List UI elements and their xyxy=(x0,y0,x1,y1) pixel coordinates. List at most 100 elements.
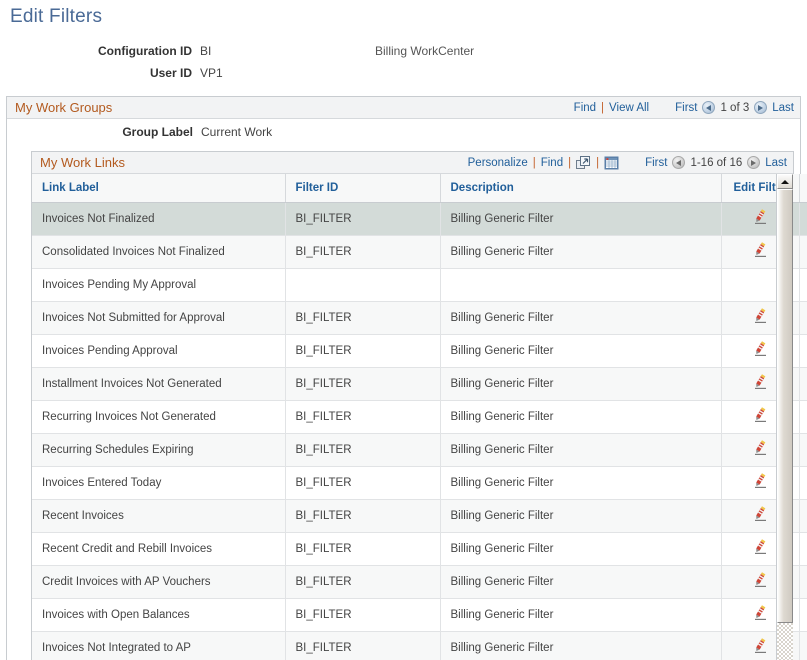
table-row[interactable]: Recurring Schedules ExpiringBI_FILTERBil… xyxy=(32,433,807,466)
cell-description: Billing Generic Filter xyxy=(440,235,721,268)
links-next-page-button[interactable] xyxy=(747,156,760,169)
cell-link-label: Installment Invoices Not Generated xyxy=(32,367,285,400)
my-work-links-toolbar: Personalize | Find | | xyxy=(468,156,787,170)
edit-filters-page: Edit Filters Configuration ID BI Billing… xyxy=(0,0,807,660)
table-row[interactable]: Recent InvoicesBI_FILTERBilling Generic … xyxy=(32,499,807,532)
download-to-excel-icon[interactable] xyxy=(604,156,619,170)
scroll-up-button[interactable] xyxy=(777,174,793,189)
links-first-link[interactable]: First xyxy=(645,157,667,169)
cell-link-label: Recurring Schedules Expiring xyxy=(32,433,285,466)
cell-description: Billing Generic Filter xyxy=(440,367,721,400)
pencil-edit-icon[interactable] xyxy=(752,382,768,394)
table-row[interactable]: Invoices Pending ApprovalBI_FILTERBillin… xyxy=(32,334,807,367)
cell-spacer xyxy=(799,499,807,532)
table-row[interactable]: Invoices Not Submitted for ApprovalBI_FI… xyxy=(32,301,807,334)
my-work-groups-section: My Work Groups Find | View All First 1 o… xyxy=(6,96,801,660)
cell-spacer xyxy=(799,433,807,466)
cell-description: Billing Generic Filter xyxy=(440,598,721,631)
cell-filter-id: BI_FILTER xyxy=(285,631,440,660)
cell-filter-id: BI_FILTER xyxy=(285,565,440,598)
group-next-page-button[interactable] xyxy=(754,101,767,114)
expand-grid-icon[interactable] xyxy=(576,156,591,170)
group-page-counter: 1 of 3 xyxy=(720,102,749,114)
group-previous-page-button[interactable] xyxy=(702,101,715,114)
my-work-groups-title: My Work Groups xyxy=(15,100,112,115)
table-vertical-scrollbar[interactable] xyxy=(776,174,793,660)
config-id-row: Configuration ID BI Billing WorkCenter xyxy=(0,44,807,66)
cell-filter-id: BI_FILTER xyxy=(285,466,440,499)
group-first-link[interactable]: First xyxy=(675,102,697,114)
pencil-edit-icon[interactable] xyxy=(752,448,768,460)
my-work-links-table: Link Label Filter ID Description Edit Fi… xyxy=(32,174,807,660)
table-row[interactable]: Invoices Pending My Approval xyxy=(32,268,807,301)
table-row[interactable]: Invoices Entered TodayBI_FILTERBilling G… xyxy=(32,466,807,499)
table-row[interactable]: Credit Invoices with AP VouchersBI_FILTE… xyxy=(32,565,807,598)
links-separator-3: | xyxy=(596,157,599,169)
user-id-row: User ID VP1 xyxy=(0,66,807,88)
pencil-edit-icon[interactable] xyxy=(752,580,768,592)
cell-description: Billing Generic Filter xyxy=(440,565,721,598)
scrollbar-track[interactable] xyxy=(777,189,793,660)
column-header-link-label[interactable]: Link Label xyxy=(32,174,285,202)
cell-spacer xyxy=(799,367,807,400)
cell-filter-id: BI_FILTER xyxy=(285,433,440,466)
pencil-edit-icon[interactable] xyxy=(752,250,768,262)
table-row[interactable]: Invoices with Open BalancesBI_FILTERBill… xyxy=(32,598,807,631)
table-row[interactable]: Invoices Not FinalizedBI_FILTERBilling G… xyxy=(32,202,807,235)
group-find-link[interactable]: Find xyxy=(574,102,596,114)
cell-spacer xyxy=(799,466,807,499)
cell-description: Billing Generic Filter xyxy=(440,433,721,466)
my-work-links-title: My Work Links xyxy=(40,155,125,170)
pencil-edit-icon[interactable] xyxy=(752,316,768,328)
pencil-edit-icon[interactable] xyxy=(752,547,768,559)
links-separator-2: | xyxy=(568,157,571,169)
cell-filter-id: BI_FILTER xyxy=(285,334,440,367)
table-row[interactable]: Recent Credit and Rebill InvoicesBI_FILT… xyxy=(32,532,807,565)
scrollbar-thumb[interactable] xyxy=(777,189,793,623)
group-last-link[interactable]: Last xyxy=(772,102,794,114)
cell-spacer xyxy=(799,268,807,301)
group-label-value: Current Work xyxy=(201,125,272,139)
table-row[interactable]: Installment Invoices Not GeneratedBI_FIL… xyxy=(32,367,807,400)
personalize-link[interactable]: Personalize xyxy=(468,157,528,169)
cell-link-label: Recent Credit and Rebill Invoices xyxy=(32,532,285,565)
cell-description: Billing Generic Filter xyxy=(440,466,721,499)
my-work-groups-toolbar: Find | View All First 1 of 3 Last xyxy=(574,101,794,114)
cell-link-label: Invoices Not Finalized xyxy=(32,202,285,235)
links-previous-page-button[interactable] xyxy=(672,156,685,169)
group-label-row: Group Label Current Work xyxy=(7,119,800,145)
cell-filter-id: BI_FILTER xyxy=(285,532,440,565)
pencil-edit-icon[interactable] xyxy=(752,217,768,229)
page-title: Edit Filters xyxy=(0,0,807,28)
links-last-link[interactable]: Last xyxy=(765,157,787,169)
cell-description: Billing Generic Filter xyxy=(440,301,721,334)
links-page-counter: 1-16 of 16 xyxy=(690,157,742,169)
cell-filter-id: BI_FILTER xyxy=(285,235,440,268)
cell-description: Billing Generic Filter xyxy=(440,499,721,532)
column-header-description[interactable]: Description xyxy=(440,174,721,202)
pencil-edit-icon[interactable] xyxy=(752,481,768,493)
column-header-spacer xyxy=(799,174,807,202)
my-work-links-table-container: Link Label Filter ID Description Edit Fi… xyxy=(32,174,793,660)
cell-link-label: Recurring Invoices Not Generated xyxy=(32,400,285,433)
cell-link-label: Consolidated Invoices Not Finalized xyxy=(32,235,285,268)
pencil-edit-icon[interactable] xyxy=(752,646,768,658)
pencil-edit-icon[interactable] xyxy=(752,415,768,427)
table-row[interactable]: Consolidated Invoices Not FinalizedBI_FI… xyxy=(32,235,807,268)
my-work-links-wrapper: My Work Links Personalize | Find | xyxy=(31,151,794,660)
pencil-edit-icon[interactable] xyxy=(752,349,768,361)
table-row[interactable]: Invoices Not Integrated to APBI_FILTERBi… xyxy=(32,631,807,660)
column-header-filter-id[interactable]: Filter ID xyxy=(285,174,440,202)
links-find-link[interactable]: Find xyxy=(541,157,563,169)
cell-spacer xyxy=(799,334,807,367)
cell-filter-id: BI_FILTER xyxy=(285,499,440,532)
group-view-all-link[interactable]: View All xyxy=(609,102,649,114)
user-id-value: VP1 xyxy=(200,66,375,80)
table-row[interactable]: Recurring Invoices Not GeneratedBI_FILTE… xyxy=(32,400,807,433)
cell-spacer xyxy=(799,400,807,433)
pencil-edit-icon[interactable] xyxy=(752,613,768,625)
group-separator-1: | xyxy=(601,102,604,114)
pencil-edit-icon[interactable] xyxy=(752,514,768,526)
cell-filter-id: BI_FILTER xyxy=(285,367,440,400)
links-pagination: First 1-16 of 16 Last xyxy=(645,156,787,169)
